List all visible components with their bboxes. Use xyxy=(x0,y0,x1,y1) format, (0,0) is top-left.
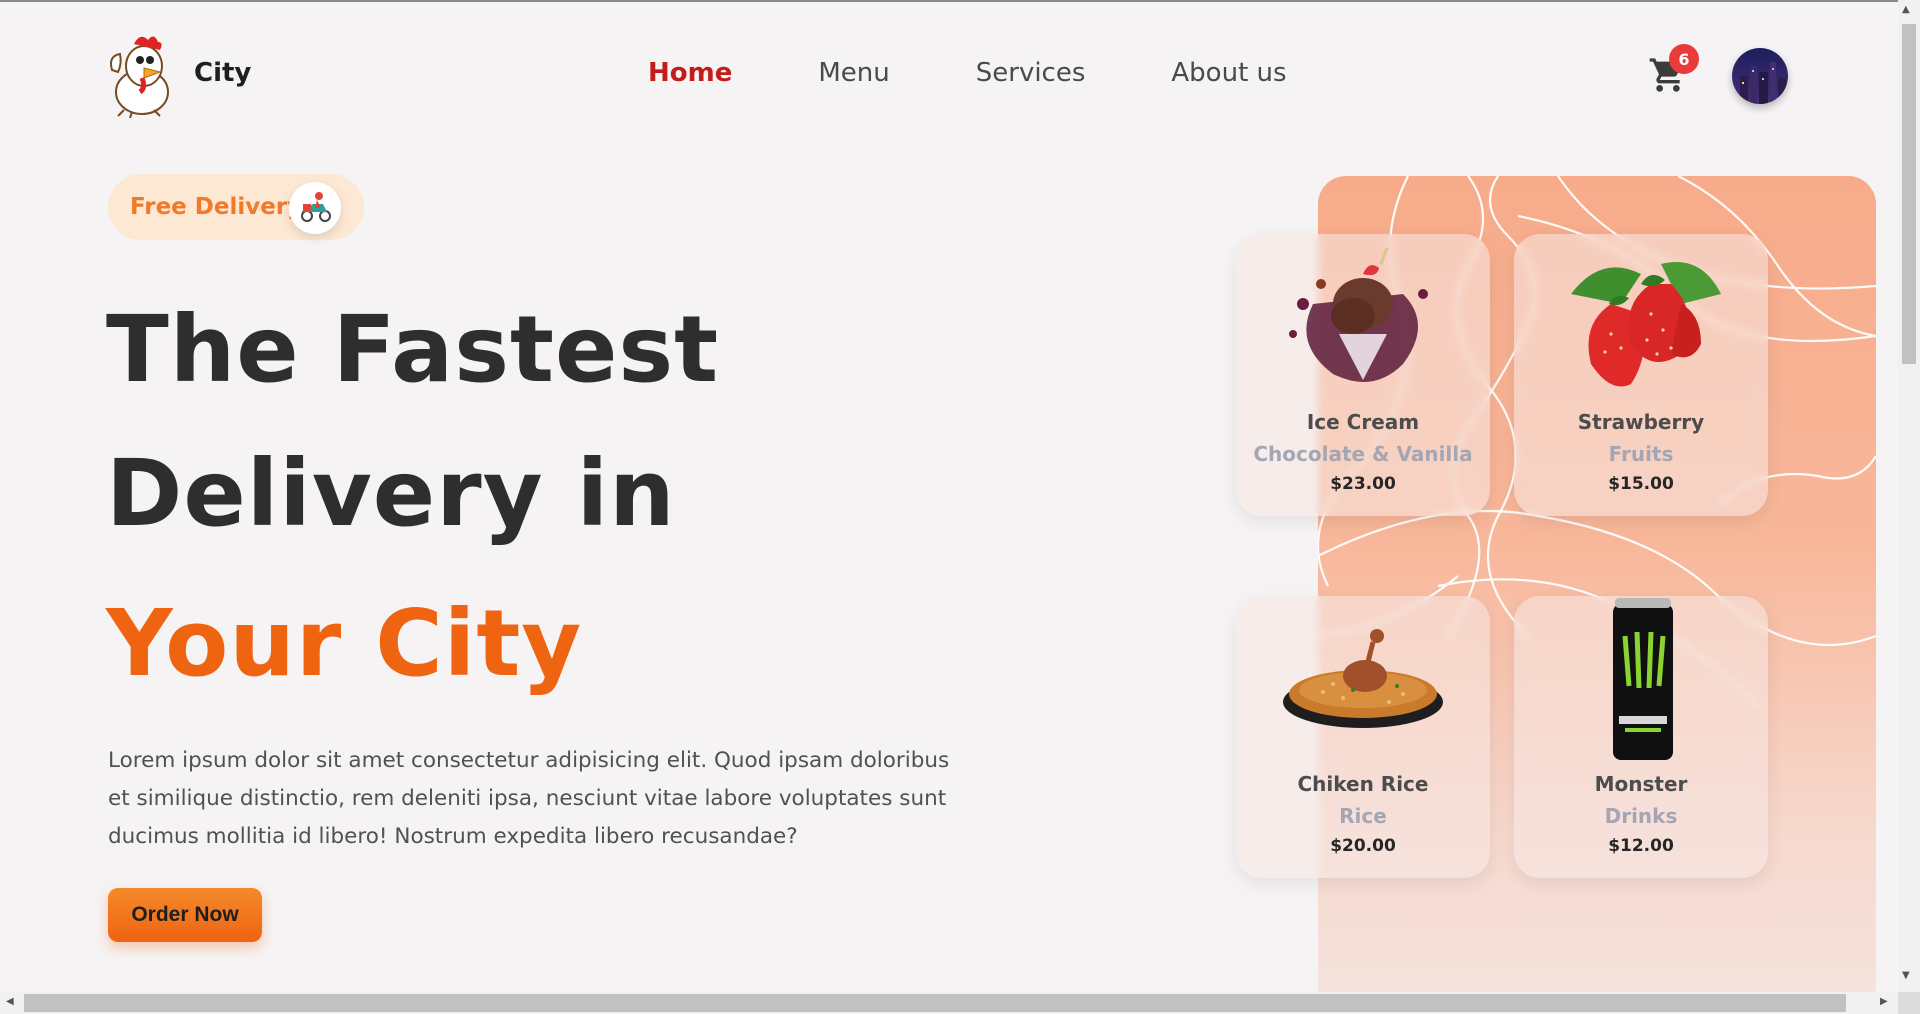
scroll-right-arrow-icon[interactable]: ▶ xyxy=(1880,996,1888,1007)
nav-item-services[interactable]: Services xyxy=(976,58,1086,88)
monster-can-image xyxy=(1613,598,1673,760)
nav-item-about-us[interactable]: About us xyxy=(1171,58,1286,88)
product-card-strawberry[interactable]: Strawberry Fruits $15.00 xyxy=(1514,234,1768,516)
avatar-icon[interactable] xyxy=(1732,48,1788,104)
hero-title-line-3: Your City xyxy=(106,590,583,697)
hero-title-line-1: The Fastest xyxy=(106,296,720,403)
product-name: Monster xyxy=(1594,772,1688,796)
cart-count-badge: 6 xyxy=(1669,44,1699,74)
brand-name[interactable]: City xyxy=(194,58,251,88)
product-name: Chiken Rice xyxy=(1297,772,1429,796)
horizontal-scroll-thumb[interactable] xyxy=(24,994,1846,1012)
product-category: Drinks xyxy=(1604,804,1678,828)
strawberry-image xyxy=(1571,262,1721,387)
nav-item-home[interactable]: Home xyxy=(648,58,732,88)
header: City Home Menu Services About us 6 xyxy=(0,0,1898,150)
product-card-monster[interactable]: Monster Drinks $12.00 xyxy=(1514,596,1768,878)
free-delivery-badge: Free Delivery xyxy=(108,174,364,240)
product-name: Ice Cream xyxy=(1306,410,1420,434)
product-price: $15.00 xyxy=(1608,474,1674,494)
chicken-rice-image xyxy=(1283,629,1443,728)
product-price: $20.00 xyxy=(1330,836,1396,856)
product-card-chiken-rice[interactable]: Chiken Rice Rice $20.00 xyxy=(1236,596,1490,878)
product-price: $23.00 xyxy=(1330,474,1396,494)
chicken-mascot-icon[interactable] xyxy=(104,30,176,118)
order-now-button[interactable]: Order Now xyxy=(108,888,262,942)
hero-description: Lorem ipsum dolor sit amet consectetur a… xyxy=(108,748,950,849)
product-card-ice-cream[interactable]: Ice Cream Chocolate & Vanilla $23.00 xyxy=(1236,234,1490,516)
scroll-up-arrow-icon[interactable]: ▲ xyxy=(1902,4,1910,15)
vertical-scroll-thumb[interactable] xyxy=(1902,24,1916,364)
product-category: Chocolate & Vanilla xyxy=(1253,442,1473,466)
free-delivery-label: Free Delivery xyxy=(130,194,303,220)
product-category: Fruits xyxy=(1608,442,1674,466)
scrollbar-corner xyxy=(1898,992,1920,1014)
ice-cream-image xyxy=(1289,247,1428,382)
scooter-delivery-icon xyxy=(289,182,341,234)
scroll-left-arrow-icon[interactable]: ◀ xyxy=(6,996,14,1007)
scroll-down-arrow-icon[interactable]: ▼ xyxy=(1902,970,1910,981)
nav-item-menu[interactable]: Menu xyxy=(818,58,889,88)
product-category: Rice xyxy=(1339,804,1387,828)
hero-title-line-2: Delivery in xyxy=(106,440,676,547)
product-price: $12.00 xyxy=(1608,836,1674,856)
product-name: Strawberry xyxy=(1577,410,1705,434)
main-nav: Home Menu Services About us xyxy=(648,58,1373,88)
